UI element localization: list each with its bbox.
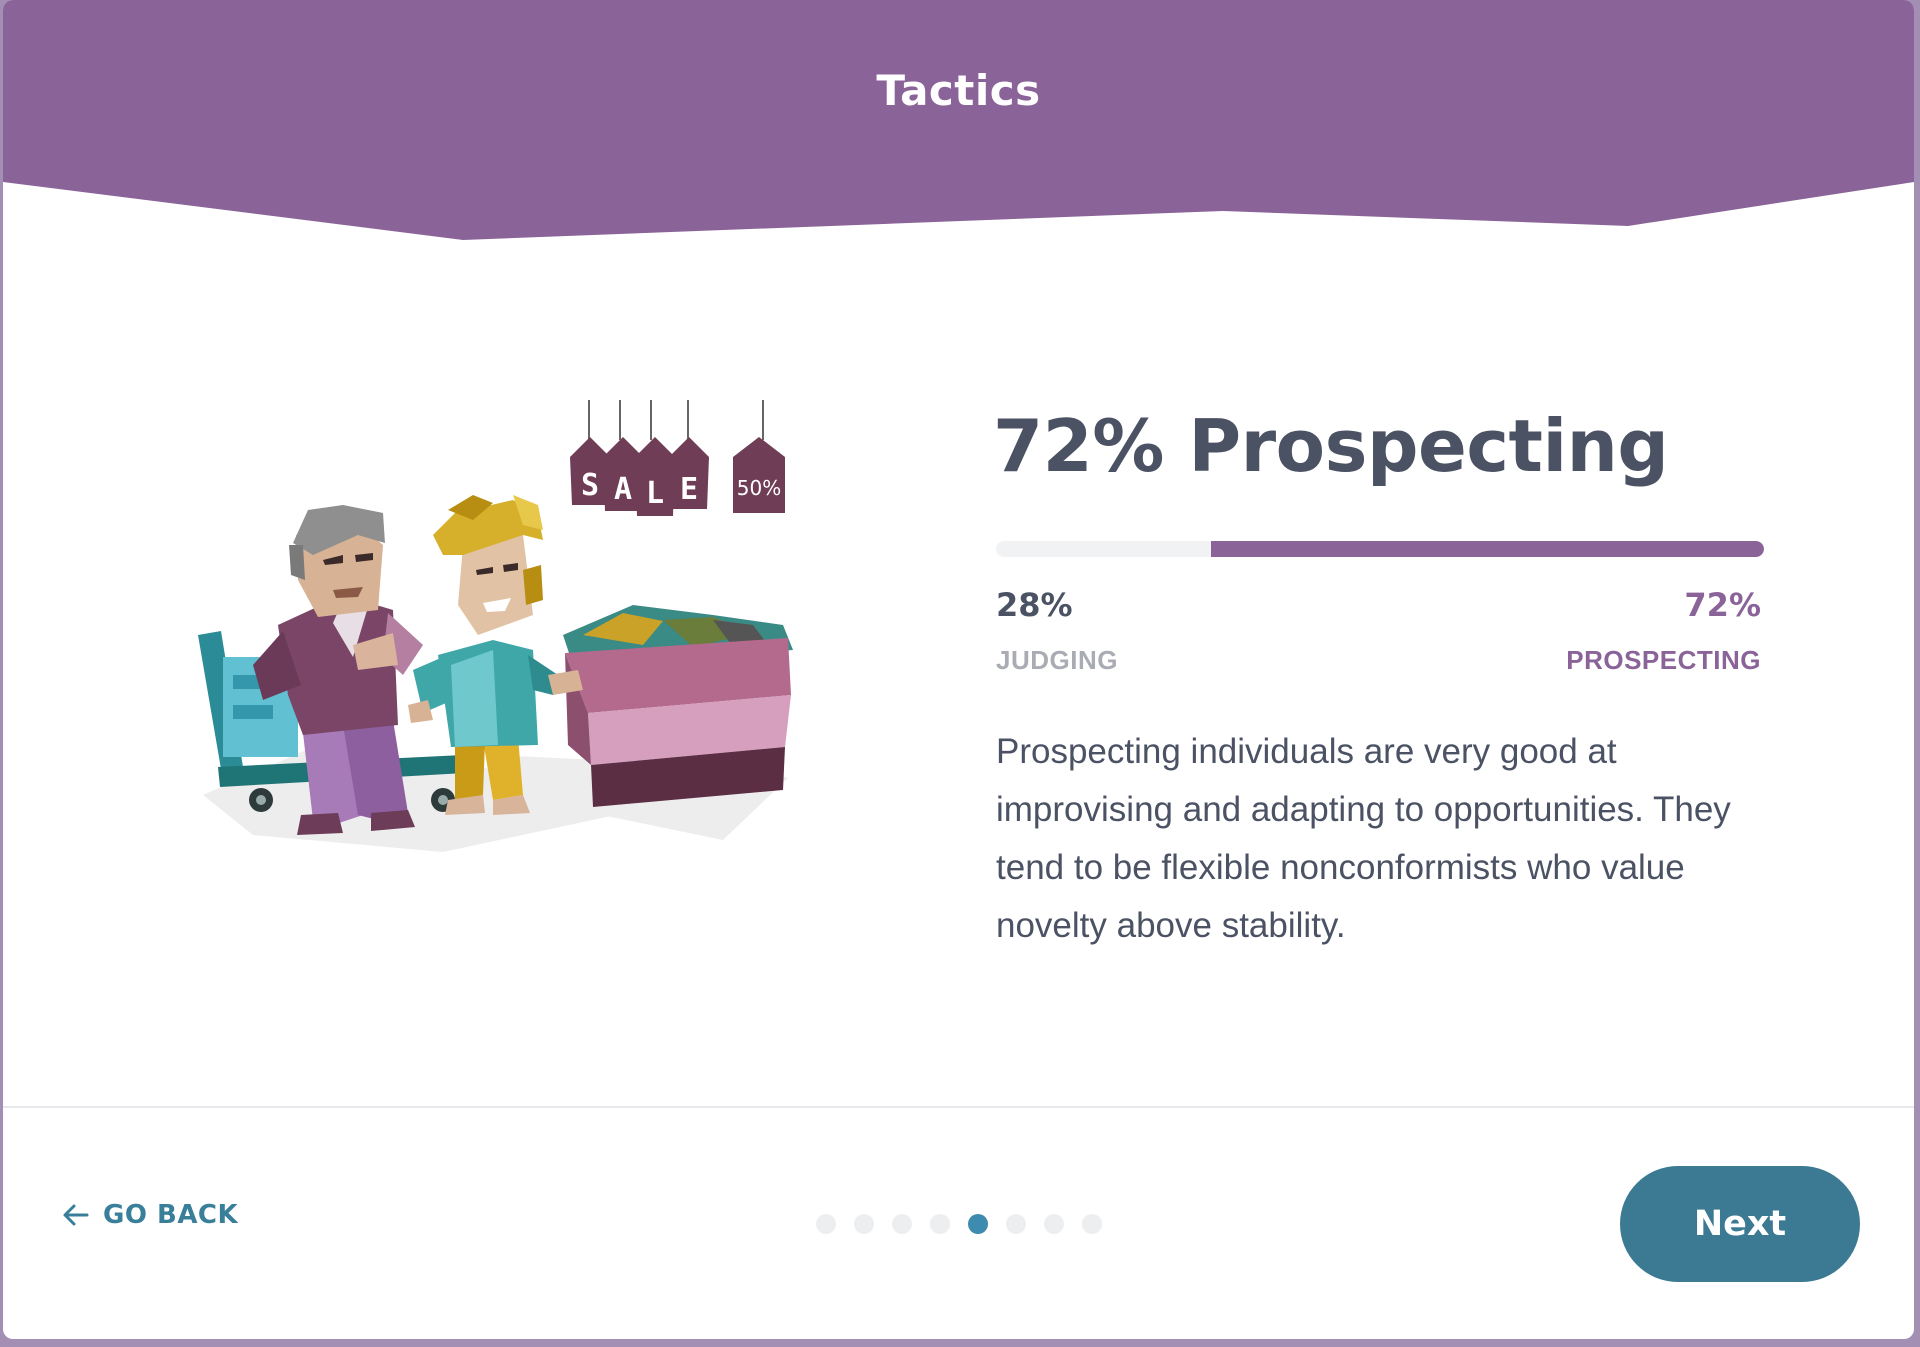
trait-progress-fill xyxy=(1211,541,1764,557)
pagination-dot xyxy=(892,1214,912,1234)
trait-title: 72% Prospecting xyxy=(993,404,1669,488)
footer-divider xyxy=(3,1106,1914,1108)
header-banner: Tactics xyxy=(3,0,1914,245)
judging-label: JUDGING xyxy=(996,645,1118,675)
prospecting-label: PROSPECTING xyxy=(1566,645,1761,675)
pagination-dots xyxy=(816,1213,1120,1235)
go-back-label: GO BACK xyxy=(103,1200,239,1230)
pagination-dot xyxy=(1082,1214,1102,1234)
judging-percent: 28% xyxy=(996,586,1073,624)
header-background xyxy=(3,0,1914,240)
sale-tag-letter: E xyxy=(680,472,698,507)
pagination-dot-active xyxy=(968,1214,988,1234)
page-title: Tactics xyxy=(876,66,1041,115)
go-back-button[interactable]: GO BACK xyxy=(61,1200,238,1230)
pagination-dot xyxy=(1044,1214,1064,1234)
shopping-illustration: S A L E 50% xyxy=(198,400,793,852)
pagination-dot xyxy=(816,1214,836,1234)
trait-description: Prospecting individuals are very good at… xyxy=(996,732,1731,945)
pagination-dot xyxy=(854,1214,874,1234)
sale-tag-letter: L xyxy=(646,476,664,511)
prospecting-percent: 72% xyxy=(1684,586,1761,624)
sale-tags: S A L E 50% xyxy=(570,437,785,516)
pagination-dot xyxy=(1006,1214,1026,1234)
pagination-dot xyxy=(930,1214,950,1234)
sale-tag-letter: S xyxy=(581,468,599,503)
discount-tag-text: 50% xyxy=(737,476,781,500)
modal-card: Tactics S A L E 50% 72% Prospecting 28% … xyxy=(3,0,1914,1339)
trait-progress-bar xyxy=(996,541,1764,557)
next-button[interactable]: Next xyxy=(1620,1166,1860,1282)
arrow-left-icon xyxy=(63,1204,89,1226)
sale-tag-letter: A xyxy=(614,472,632,507)
